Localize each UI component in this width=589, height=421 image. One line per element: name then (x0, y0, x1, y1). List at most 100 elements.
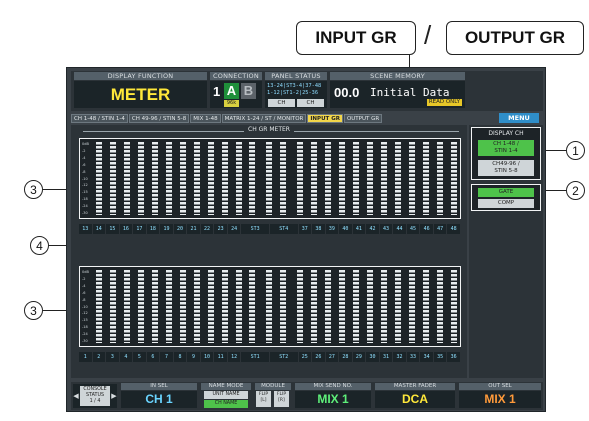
channel-label[interactable]: 47 (433, 224, 448, 234)
meter-tabs: CH 1-48 / STIN 1-4 CH 49-96 / STIN 5-8 M… (71, 114, 463, 123)
channel-label[interactable]: 18 (146, 224, 161, 234)
ch-name-button[interactable]: CH NAME (204, 400, 248, 408)
channel-label[interactable]: 16 (119, 224, 134, 234)
panel-status-left-button[interactable]: CH (268, 99, 295, 107)
gr-meter (367, 142, 374, 215)
channel-label[interactable]: 7 (160, 352, 174, 362)
channel-label[interactable]: 15 (106, 224, 120, 234)
scene-memory-label: SCENE MEMORY (330, 72, 465, 80)
comp-button[interactable]: COMP (478, 199, 534, 208)
display-ch-1-48-button[interactable]: CH 1-48 / STIN 1-4 (478, 140, 534, 156)
channel-label[interactable]: 6 (146, 352, 161, 362)
in-sel-label: IN SEL (121, 383, 197, 390)
panel-status-line-2: 1-12|ST1-2|25-36 (267, 90, 319, 96)
flip-left-line-2: [L] (260, 398, 267, 403)
gr-meter (137, 270, 144, 343)
channel-label[interactable]: 5 (133, 352, 147, 362)
channel-row-top: 13 14 15 16 17 18 19 20 21 22 23 24 ST3 ST4 37 38 39 40 41… (79, 224, 461, 234)
channel-label[interactable]: 12 (227, 352, 242, 362)
channel-label[interactable]: ST4 (269, 224, 299, 234)
tab-output-gr[interactable]: OUTPUT GR (343, 114, 383, 123)
console-screen: DISPLAY FUNCTION METER CONNECTION 1 A B … (66, 67, 546, 412)
display-ch-49-96-button[interactable]: CH49-96 / STIN 5-8 (478, 160, 534, 176)
gr-meter (235, 270, 242, 343)
channel-label[interactable]: 17 (133, 224, 147, 234)
channel-label[interactable]: 36 (447, 352, 461, 362)
in-sel-value[interactable]: CH 1 (121, 391, 197, 408)
channel-label[interactable]: ST3 (241, 224, 270, 234)
channel-label[interactable]: 20 (173, 224, 188, 234)
channel-label[interactable]: 34 (420, 352, 434, 362)
console-status-prev-icon[interactable]: ◀ (73, 389, 79, 403)
channel-label[interactable]: 1 (79, 352, 93, 362)
channel-label[interactable]: 23 (214, 224, 228, 234)
scale-tick: -24 (82, 204, 88, 209)
channel-label[interactable]: 46 (420, 224, 434, 234)
tab-ch-49-96[interactable]: CH 49-96 / STIN 5-8 (128, 114, 190, 123)
channel-label[interactable]: 45 (406, 224, 421, 234)
display-function-value[interactable]: METER (74, 81, 207, 108)
channel-label[interactable]: 8 (173, 352, 188, 362)
channel-label[interactable]: 35 (433, 352, 448, 362)
channel-label[interactable]: 14 (92, 224, 107, 234)
tab-ch-1-48[interactable]: CH 1-48 / STIN 1-4 (71, 114, 128, 123)
scene-memory[interactable]: 00.0 Initial Data READ ONLY (330, 81, 465, 108)
channel-label[interactable]: 2 (92, 352, 107, 362)
channel-label[interactable]: 38 (312, 224, 326, 234)
channel-label[interactable]: 28 (339, 352, 353, 362)
channel-label[interactable]: 31 (379, 352, 394, 362)
console-status-line-3: 1 / 4 (89, 399, 101, 404)
console-status-button[interactable]: CONSOLE STATUS 1 / 4 (80, 386, 110, 406)
channel-label[interactable]: 29 (352, 352, 367, 362)
connection-panel[interactable]: 1 A B 96k (210, 81, 262, 108)
gr-meter (408, 142, 415, 215)
scale-tick: -8 (82, 297, 86, 302)
channel-label[interactable]: 37 (298, 224, 313, 234)
channel-label[interactable]: 4 (119, 352, 134, 362)
tab-mix[interactable]: MIX 1-48 (190, 114, 221, 123)
channel-label[interactable]: 43 (379, 224, 394, 234)
channel-label[interactable]: ST2 (269, 352, 299, 362)
channel-label[interactable]: 22 (200, 224, 215, 234)
channel-label[interactable]: 11 (214, 352, 228, 362)
channel-row-bottom: 1 2 3 4 5 6 7 8 9 10 11 12 ST1 ST2 25 26 27 28 29 30 31 32 33 3… (79, 352, 461, 362)
channel-label[interactable]: 27 (325, 352, 340, 362)
mix-send-value[interactable]: MIX 1 (295, 391, 371, 408)
channel-label[interactable]: 19 (160, 224, 174, 234)
channel-label[interactable]: 10 (200, 352, 215, 362)
tab-input-gr[interactable]: INPUT GR (307, 114, 343, 123)
console-status: ◀ CONSOLE STATUS 1 / 4 ▶ (73, 384, 117, 408)
channel-label[interactable]: ST1 (241, 352, 270, 362)
gate-button[interactable]: GATE (478, 188, 534, 197)
channel-label[interactable]: 33 (406, 352, 421, 362)
unit-name-button[interactable]: UNIT NAME (204, 391, 248, 399)
name-mode-label: NAME MODE (201, 383, 251, 390)
channel-label[interactable]: 40 (339, 224, 353, 234)
out-sel-value[interactable]: MIX 1 (459, 391, 541, 408)
channel-label[interactable]: 13 (79, 224, 93, 234)
flip-left-button[interactable]: FLIP [L] (256, 391, 271, 407)
console-status-next-icon[interactable]: ▶ (111, 389, 117, 403)
channel-label[interactable]: 25 (298, 352, 313, 362)
channel-label[interactable]: 26 (312, 352, 326, 362)
channel-label[interactable]: 21 (187, 224, 201, 234)
channel-label[interactable]: 3 (106, 352, 120, 362)
channel-label[interactable]: 39 (325, 224, 340, 234)
panel-status[interactable]: 13-24|ST3-4|37-48 1-12|ST1-2|25-36 CH CH (265, 81, 327, 108)
channel-label[interactable]: 42 (366, 224, 380, 234)
tab-matrix[interactable]: MATRIX 1-24 / ST / MONITOR (221, 114, 307, 123)
gate-comp-box: GATE COMP (471, 184, 541, 211)
channel-label[interactable]: 24 (227, 224, 242, 234)
panel-status-right-button[interactable]: CH (297, 99, 324, 107)
channel-label[interactable]: 9 (187, 352, 201, 362)
channel-label[interactable]: 30 (366, 352, 380, 362)
master-fader-value[interactable]: DCA (375, 391, 455, 408)
gr-meter (353, 142, 360, 215)
channel-label[interactable]: 44 (393, 224, 407, 234)
flip-right-button[interactable]: FLIP [R] (274, 391, 289, 407)
channel-label[interactable]: 41 (352, 224, 367, 234)
channel-label[interactable]: 32 (393, 352, 407, 362)
scale-tick: -10 (82, 304, 88, 309)
channel-label[interactable]: 48 (447, 224, 461, 234)
menu-button[interactable]: MENU (499, 113, 539, 123)
